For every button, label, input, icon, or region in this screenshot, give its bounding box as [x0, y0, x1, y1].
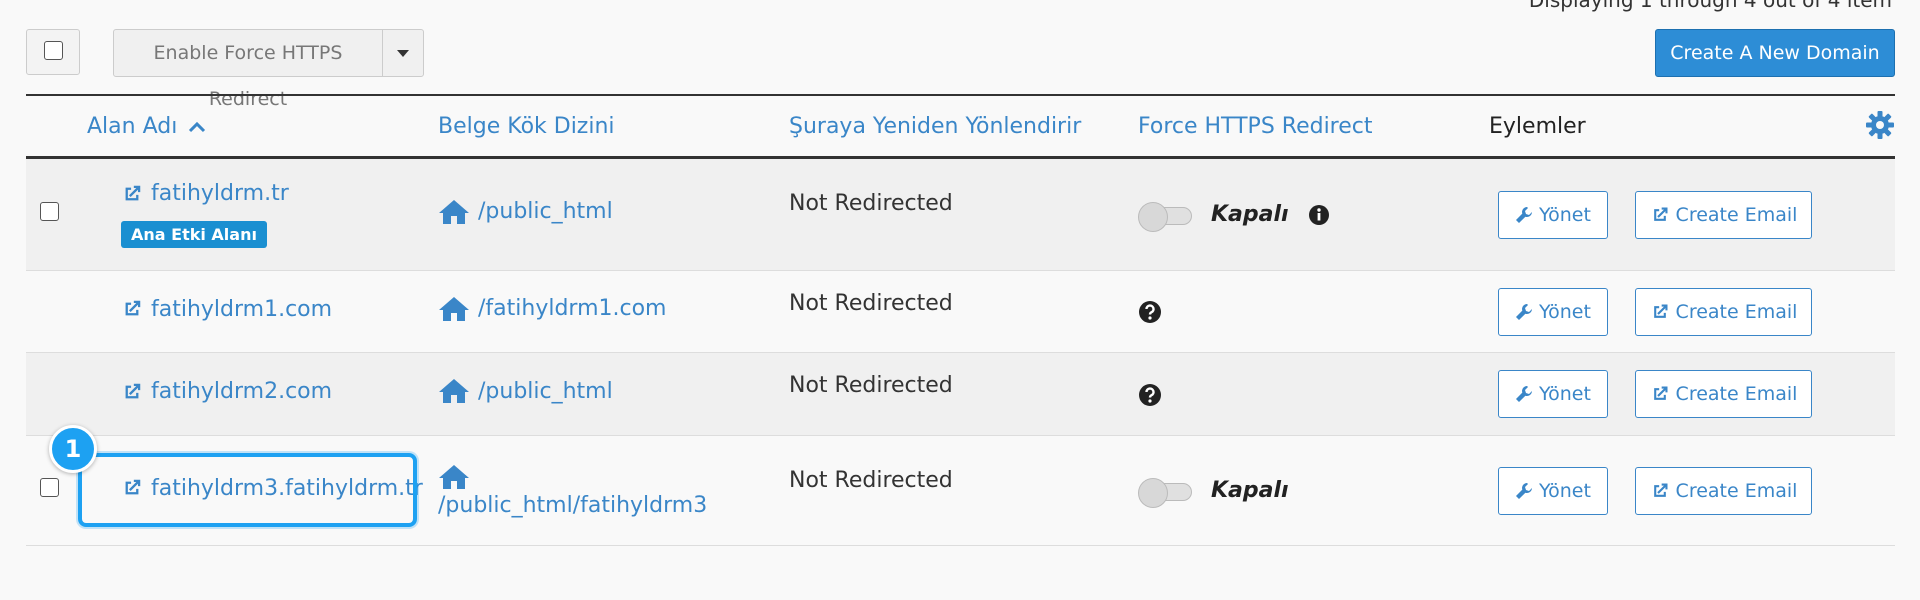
info-icon[interactable]	[1308, 204, 1330, 226]
external-link-icon	[125, 383, 141, 399]
domain-link[interactable]: fatihyldrm2.com	[121, 379, 332, 404]
https-state-label: Kapalı	[1211, 478, 1289, 503]
https-state-label: Kapalı	[1211, 202, 1289, 227]
domain-name[interactable]: fatihyldrm2.com	[151, 379, 332, 404]
domains-table: Alan Adı Belge Kök Dizini Şuraya Yeniden…	[26, 94, 1895, 546]
bulk-action-button[interactable]: Enable Force HTTPS Redirect	[114, 30, 383, 110]
https-toggle[interactable]	[1138, 201, 1194, 232]
create-domain-button[interactable]: Create A New Domain	[1655, 29, 1895, 77]
home-icon	[439, 379, 469, 403]
domain-link[interactable]: fatihyldrm3.fatihyldrm.tr	[121, 476, 423, 501]
table-row: fatihyldrm.tr Ana Etki Alanı /public_htm…	[26, 157, 1895, 271]
manage-button[interactable]: Yönet	[1498, 190, 1608, 239]
bulk-action-dropdown[interactable]: Enable Force HTTPS Redirect	[113, 29, 424, 110]
home-icon	[439, 296, 469, 321]
column-header-domain[interactable]: Alan Adı	[87, 95, 438, 159]
primary-domain-badge: Ana Etki Alanı	[121, 220, 267, 248]
home-icon	[439, 199, 469, 224]
column-header-https[interactable]: Force HTTPS Redirect	[1138, 95, 1489, 159]
column-header-actions: Eylemler	[1489, 95, 1895, 159]
docroot-path[interactable]: /fatihyldrm1.com	[478, 296, 666, 321]
external-link-icon	[1653, 304, 1668, 318]
redirect-status: Not Redirected	[789, 191, 953, 216]
create-email-button[interactable]: Create Email	[1635, 190, 1812, 239]
table-row: fatihyldrm3.fatihyldrm.tr /public_html/f…	[26, 435, 1895, 546]
wrench-icon	[1516, 482, 1533, 499]
help-icon[interactable]	[1138, 383, 1162, 407]
https-toggle[interactable]	[1138, 477, 1194, 508]
gear-icon[interactable]	[1865, 110, 1895, 140]
select-all-checkbox[interactable]	[26, 29, 80, 75]
domain-name[interactable]: fatihyldrm3.fatihyldrm.tr	[151, 476, 423, 501]
home-icon	[439, 465, 469, 489]
manage-button[interactable]: Yönet	[1498, 287, 1608, 336]
create-email-button[interactable]: Create Email	[1635, 287, 1812, 336]
docroot-link[interactable]: /public_html	[438, 377, 613, 405]
docroot-path[interactable]: /public_html/fatihyldrm3	[438, 493, 707, 518]
wrench-icon	[1516, 206, 1533, 223]
docroot-link[interactable]: /fatihyldrm1.com	[438, 295, 666, 323]
manage-button[interactable]: Yönet	[1498, 370, 1608, 418]
external-link-icon	[1653, 207, 1668, 221]
sort-ascending-icon[interactable]	[188, 121, 206, 133]
step-number-badge: 1	[49, 425, 97, 473]
column-header-redirect[interactable]: Şuraya Yeniden Yönlendirir	[789, 95, 1138, 159]
chevron-down-icon[interactable]	[383, 30, 423, 76]
redirect-status: Not Redirected	[789, 373, 953, 398]
external-link-icon	[1653, 483, 1668, 497]
table-row: fatihyldrm1.com /fatihyldrm1.com Not Red…	[26, 270, 1895, 353]
docroot-link[interactable]: /public_html/fatihyldrm3	[438, 463, 707, 518]
column-header-domain-label[interactable]: Alan Adı	[87, 114, 177, 139]
docroot-link[interactable]: /public_html	[438, 198, 613, 226]
domain-link[interactable]: fatihyldrm1.com	[121, 297, 332, 322]
create-email-button[interactable]: Create Email	[1635, 370, 1812, 418]
redirect-status: Not Redirected	[789, 291, 953, 316]
wrench-icon	[1516, 386, 1533, 402]
domain-name[interactable]: fatihyldrm1.com	[151, 297, 332, 322]
row-checkbox[interactable]	[40, 202, 59, 221]
wrench-icon	[1516, 303, 1533, 320]
redirect-status: Not Redirected	[789, 468, 953, 493]
external-link-icon	[125, 480, 141, 495]
docroot-path[interactable]: /public_html	[478, 379, 613, 404]
help-icon[interactable]	[1138, 300, 1162, 324]
external-link-icon	[125, 185, 141, 201]
domain-name[interactable]: fatihyldrm.tr	[151, 181, 289, 206]
pagination-info: Displaying 1 through 4 out of 4 item	[1528, 0, 1892, 12]
column-header-docroot[interactable]: Belge Kök Dizini	[438, 95, 789, 159]
manage-button[interactable]: Yönet	[1498, 466, 1608, 515]
row-checkbox[interactable]	[40, 478, 59, 497]
external-link-icon	[1653, 386, 1668, 400]
table-row: fatihyldrm2.com /public_html Not Redirec…	[26, 352, 1895, 436]
external-link-icon	[125, 301, 141, 316]
docroot-path[interactable]: /public_html	[478, 199, 613, 224]
create-email-button[interactable]: Create Email	[1635, 466, 1812, 515]
domain-link[interactable]: fatihyldrm.tr	[121, 181, 289, 206]
